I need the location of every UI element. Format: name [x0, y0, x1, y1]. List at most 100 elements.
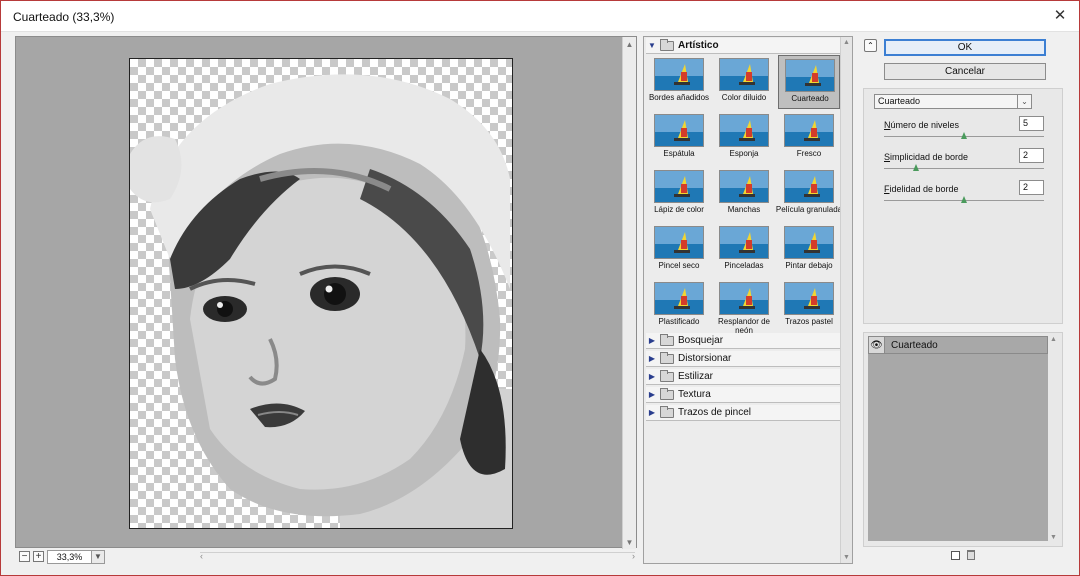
filter-thumbnail[interactable]: Plastificado: [648, 279, 710, 333]
category-artistico[interactable]: ▼ Artístico: [646, 38, 841, 54]
zoom-bar: − + 33,3% ▼ ‹ ›: [15, 549, 637, 565]
filter-label: Lápiz de color: [654, 205, 704, 214]
category-header[interactable]: ▶ Trazos de pincel: [646, 405, 841, 421]
parameter-label: Simplicidad de borde: [884, 152, 969, 162]
preview-vertical-scrollbar[interactable]: ▲ ▼: [622, 37, 636, 549]
slider-knob-icon[interactable]: [913, 164, 919, 171]
filter-select-value: Cuarteado: [878, 96, 921, 106]
category-label: Artístico: [678, 40, 719, 51]
effect-layers-list: [868, 354, 1048, 541]
parameter-value-input[interactable]: 5: [1019, 116, 1044, 131]
category-label: Estilizar: [678, 371, 714, 382]
category-label: Distorsionar: [678, 353, 732, 364]
effect-layer-label: Cuarteado: [891, 339, 938, 351]
preview-panel[interactable]: ▲ ▼: [15, 36, 637, 549]
filter-thumbnail[interactable]: Bordes añadidos: [648, 55, 710, 109]
preview-horizontal-scrollbar[interactable]: ‹ ›: [200, 551, 635, 563]
parameter-value-input[interactable]: 2: [1019, 180, 1044, 195]
filter-thumbnail[interactable]: Pinceladas: [713, 223, 775, 277]
filter-preview-image: [719, 114, 769, 147]
filter-label: Cuarteado: [791, 94, 829, 103]
filter-thumbnail[interactable]: Película granulada: [776, 167, 842, 221]
filter-label: Pinceladas: [724, 261, 764, 270]
ok-button[interactable]: OK: [884, 39, 1046, 56]
zoom-select[interactable]: 33,3% ▼: [47, 550, 105, 564]
filter-thumbnail[interactable]: Pintar debajo: [778, 223, 840, 277]
triangle-right-icon[interactable]: ▶: [646, 408, 658, 417]
filter-preview-image: [785, 59, 835, 92]
filter-thumbnail[interactable]: Esponja: [713, 111, 775, 165]
category-label: Trazos de pincel: [678, 407, 751, 418]
scroll-down-icon[interactable]: ▼: [843, 554, 850, 561]
filter-gallery-window: Cuarteado (33,3%) ✕ ▲ ▼ − + 33,3% ▼ ‹ › …: [0, 0, 1080, 576]
filter-label: Color diluido: [721, 93, 767, 102]
filter-thumbnail[interactable]: Espátula: [648, 111, 710, 165]
folder-icon: [660, 351, 674, 364]
triangle-right-icon[interactable]: ▶: [646, 372, 658, 381]
cancel-button[interactable]: Cancelar: [884, 63, 1046, 80]
category-label: Textura: [678, 389, 711, 400]
collapse-gallery-icon[interactable]: ⌃: [864, 39, 877, 52]
slider-knob-icon[interactable]: [961, 196, 967, 203]
effect-layers-panel: 👁 Cuarteado ▲ ▼: [863, 332, 1063, 547]
trash-icon[interactable]: [967, 550, 975, 560]
gallery-scrollbar[interactable]: ▲ ▼: [840, 37, 852, 563]
filter-preview-image: [784, 226, 834, 259]
triangle-right-icon[interactable]: ▶: [646, 336, 658, 345]
filter-thumbnail[interactable]: Manchas: [713, 167, 775, 221]
filter-preview-image: [784, 114, 834, 147]
preview-canvas[interactable]: [129, 58, 513, 529]
scroll-left-icon[interactable]: ‹: [200, 551, 203, 561]
scroll-down-icon[interactable]: ▼: [1050, 534, 1057, 541]
category-header[interactable]: ▶ Bosquejar: [646, 333, 841, 349]
zoom-out-button[interactable]: −: [19, 551, 30, 562]
scroll-up-icon[interactable]: ▲: [843, 39, 850, 46]
layers-scrollbar[interactable]: ▲ ▼: [1048, 336, 1060, 541]
new-effect-layer-icon[interactable]: [951, 551, 960, 560]
filter-thumbnail[interactable]: Pincel seco: [648, 223, 710, 277]
filter-thumbnail[interactable]: Cuarteado: [778, 55, 840, 109]
eye-icon[interactable]: 👁: [869, 337, 885, 353]
filter-parameter: Fidelidad de borde 2: [884, 180, 1046, 210]
title-bar: Cuarteado (33,3%) ✕: [1, 1, 1079, 32]
filter-label: Película granulada: [775, 205, 843, 214]
zoom-in-button[interactable]: +: [33, 551, 44, 562]
filter-settings: Cuarteado ⌄ Número de niveles 5 Simplicida…: [863, 88, 1063, 324]
scroll-up-icon[interactable]: ▲: [623, 37, 636, 51]
filter-select[interactable]: Cuarteado ⌄: [874, 94, 1032, 109]
scroll-down-icon[interactable]: ▼: [623, 535, 636, 549]
scroll-up-icon[interactable]: ▲: [1050, 336, 1057, 343]
filter-preview-image: [654, 114, 704, 147]
filter-preview-image: [784, 170, 834, 203]
close-icon[interactable]: ✕: [1047, 4, 1073, 26]
parameter-value-input[interactable]: 2: [1019, 148, 1044, 163]
window-title: Cuarteado (33,3%): [13, 10, 115, 24]
filter-label: Fresco: [796, 149, 822, 158]
parameter-slider-track[interactable]: [884, 168, 1044, 169]
filter-thumbnail[interactable]: Trazos pastel: [778, 279, 840, 333]
effect-layer-row[interactable]: 👁 Cuarteado: [868, 336, 1048, 354]
triangle-right-icon[interactable]: ▶: [646, 390, 658, 399]
chevron-down-icon[interactable]: ⌄: [1017, 95, 1031, 108]
folder-icon: [660, 38, 674, 51]
chevron-down-icon[interactable]: ▼: [91, 551, 104, 563]
scroll-right-icon[interactable]: ›: [632, 551, 635, 561]
category-header[interactable]: ▶ Textura: [646, 387, 841, 403]
filter-parameter: Simplicidad de borde 2: [884, 148, 1046, 178]
filter-thumbnail[interactable]: Lápiz de color: [648, 167, 710, 221]
category-header[interactable]: ▶ Estilizar: [646, 369, 841, 385]
filter-label: Pincel seco: [658, 261, 700, 270]
filter-thumbnail[interactable]: Fresco: [778, 111, 840, 165]
settings-panel: ⌃ OK Cancelar Cuarteado ⌄ Número de nive…: [859, 36, 1065, 566]
filter-label: Bordes añadidos: [648, 93, 710, 102]
filter-label: Trazos pastel: [785, 317, 833, 326]
filter-thumbnail[interactable]: Resplandor de neón: [713, 279, 775, 335]
category-label: Bosquejar: [678, 335, 724, 346]
slider-knob-icon[interactable]: [961, 132, 967, 139]
triangle-down-icon[interactable]: ▼: [646, 41, 658, 50]
preview-image: [130, 74, 512, 528]
filter-label: Esponja: [729, 149, 759, 158]
triangle-right-icon[interactable]: ▶: [646, 354, 658, 363]
category-header[interactable]: ▶ Distorsionar: [646, 351, 841, 367]
filter-thumbnail[interactable]: Color diluido: [713, 55, 775, 109]
